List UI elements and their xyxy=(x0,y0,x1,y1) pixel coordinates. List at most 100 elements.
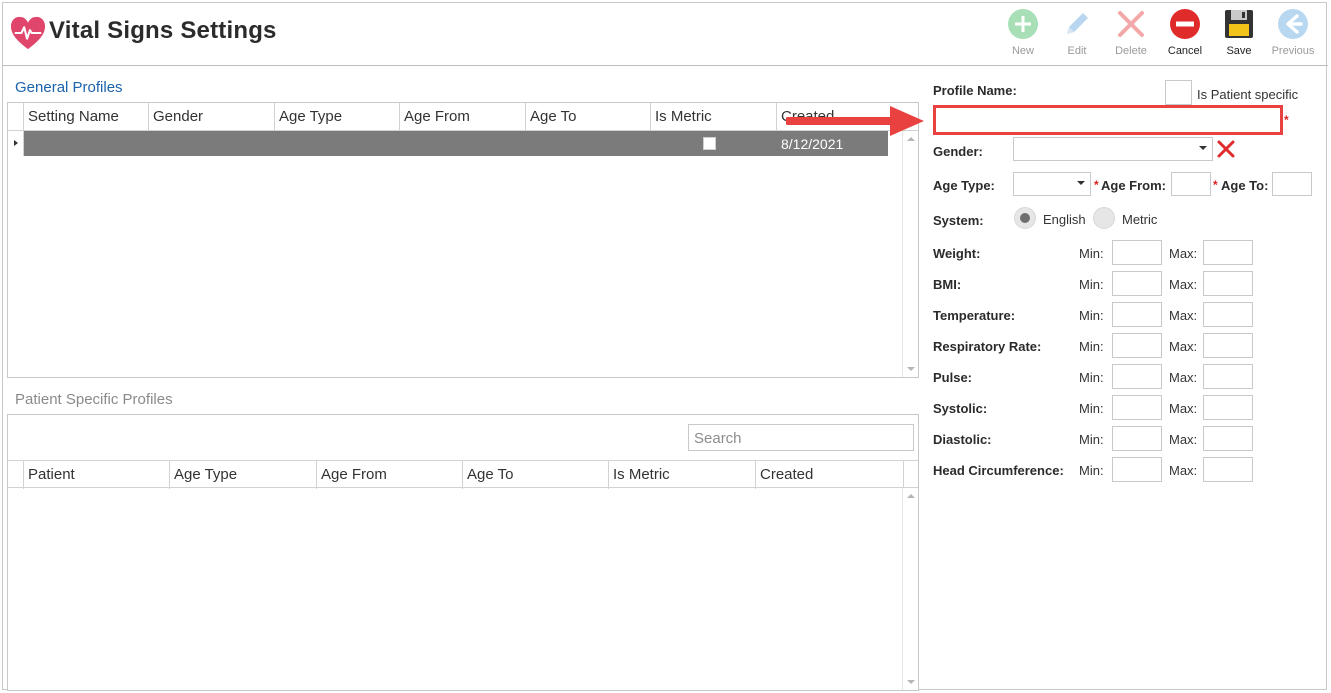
metric-label: Metric xyxy=(1122,212,1158,227)
pulse-min-input[interactable] xyxy=(1112,364,1162,389)
col-age-from[interactable]: Age From xyxy=(400,103,526,131)
delete-button[interactable]: Delete xyxy=(1104,7,1158,63)
respiratory-rate-min-label: Min: xyxy=(1079,339,1104,354)
cell-age-type xyxy=(275,131,400,156)
x-delete-icon xyxy=(1118,11,1144,37)
cancel-button[interactable]: Cancel xyxy=(1158,7,1212,63)
col-age-to[interactable]: Age To xyxy=(526,103,651,131)
age-type-select[interactable] xyxy=(1013,172,1091,196)
col-age-type[interactable]: Age Type xyxy=(275,103,400,131)
respiratory-rate-min-input[interactable] xyxy=(1112,333,1162,358)
profile-name-input[interactable] xyxy=(933,105,1283,135)
profile-name-label: Profile Name: xyxy=(933,83,1017,98)
plus-circle-icon xyxy=(1008,9,1038,39)
weight-label: Weight: xyxy=(933,246,981,261)
bmi-min-input[interactable] xyxy=(1112,271,1162,296)
search-input[interactable]: Search xyxy=(688,424,914,451)
row-indicator-header xyxy=(8,103,24,131)
systolic-min-input[interactable] xyxy=(1112,395,1162,420)
save-button[interactable]: Save xyxy=(1212,7,1266,63)
cell-age-from xyxy=(400,131,526,156)
chevron-down-icon xyxy=(1077,181,1085,185)
toolbar: New Edit Delete Cancel Save Previous xyxy=(996,7,1320,63)
col-setting-name[interactable]: Setting Name xyxy=(24,103,149,131)
head-circumference-min-label: Min: xyxy=(1079,463,1104,478)
systolic-max-label: Max: xyxy=(1169,401,1198,416)
floppy-disk-icon xyxy=(1225,10,1253,38)
general-profiles-grid: Setting Name Gender Age Type Age From Ag… xyxy=(7,102,919,378)
temperature-min-input[interactable] xyxy=(1112,302,1162,327)
pencil-icon xyxy=(1067,13,1088,34)
age-to-input[interactable] xyxy=(1272,172,1312,196)
required-mark: * xyxy=(1284,113,1289,127)
col-patient[interactable]: Patient xyxy=(24,461,170,489)
edit-label: Edit xyxy=(1067,45,1087,57)
pulse-label: Pulse: xyxy=(933,370,973,385)
is-patient-specific-checkbox[interactable] xyxy=(1165,80,1192,105)
delete-label: Delete xyxy=(1115,45,1147,57)
col-created[interactable]: Created xyxy=(756,461,904,489)
col-gender[interactable]: Gender xyxy=(149,103,275,131)
systolic-label: Systolic: xyxy=(933,401,988,416)
temperature-min-label: Min: xyxy=(1079,308,1104,323)
heart-pulse-icon xyxy=(10,16,46,50)
col-age-from[interactable]: Age From xyxy=(317,461,463,489)
patient-specific-profiles-grid: Search Patient Age Type Age From Age To … xyxy=(7,414,919,691)
annotation-arrow-icon xyxy=(786,106,924,136)
weight-min-label: Min: xyxy=(1079,246,1104,261)
metric-radio[interactable] xyxy=(1093,207,1115,229)
col-is-metric[interactable]: Is Metric xyxy=(609,461,756,489)
vertical-scrollbar[interactable] xyxy=(902,488,918,690)
pulse-min-label: Min: xyxy=(1079,370,1104,385)
cell-is-metric xyxy=(651,131,777,156)
english-radio[interactable] xyxy=(1014,207,1036,229)
new-button[interactable]: New xyxy=(996,7,1050,63)
row-indicator-header xyxy=(8,461,24,489)
bmi-max-input[interactable] xyxy=(1203,271,1253,296)
head-circumference-max-input[interactable] xyxy=(1203,457,1253,482)
scroll-down-icon[interactable] xyxy=(907,680,915,684)
table-row[interactable]: 8/12/2021 xyxy=(8,131,888,156)
bmi-min-label: Min: xyxy=(1079,277,1104,292)
col-age-type[interactable]: Age Type xyxy=(170,461,317,489)
head-circumference-label: Head Circumference: xyxy=(933,463,1064,478)
cancel-circle-icon xyxy=(1170,9,1200,39)
head-circumference-min-input[interactable] xyxy=(1112,457,1162,482)
diastolic-max-input[interactable] xyxy=(1203,426,1253,451)
scroll-up-icon[interactable] xyxy=(907,494,915,498)
vertical-scrollbar[interactable] xyxy=(902,131,918,377)
age-to-label: Age To: xyxy=(1221,178,1269,193)
cell-age-to xyxy=(526,131,651,156)
page-title: Vital Signs Settings xyxy=(49,17,277,44)
scroll-down-icon[interactable] xyxy=(907,367,915,371)
grid-header: Patient Age Type Age From Age To Is Metr… xyxy=(8,460,918,489)
previous-button[interactable]: Previous xyxy=(1266,7,1320,63)
age-from-input[interactable] xyxy=(1171,172,1211,196)
clear-x-icon[interactable] xyxy=(1216,139,1236,159)
col-is-metric[interactable]: Is Metric xyxy=(651,103,777,131)
new-label: New xyxy=(1011,45,1034,57)
patient-specific-profiles-label: Patient Specific Profiles xyxy=(15,391,173,408)
bmi-max-label: Max: xyxy=(1169,277,1198,292)
pulse-max-input[interactable] xyxy=(1203,364,1253,389)
header-bar: Vital Signs Settings New Edit Delete Can… xyxy=(3,3,1328,66)
systolic-min-label: Min: xyxy=(1079,401,1104,416)
weight-min-input[interactable] xyxy=(1112,240,1162,265)
diastolic-min-input[interactable] xyxy=(1112,426,1162,451)
temperature-max-input[interactable] xyxy=(1203,302,1253,327)
required-mark: * xyxy=(1094,178,1099,192)
respiratory-rate-label: Respiratory Rate: xyxy=(933,339,1042,354)
systolic-max-input[interactable] xyxy=(1203,395,1253,420)
edit-button[interactable]: Edit xyxy=(1050,7,1104,63)
weight-max-input[interactable] xyxy=(1203,240,1253,265)
age-type-label: Age Type: xyxy=(933,178,995,193)
cancel-label: Cancel xyxy=(1167,45,1203,57)
col-age-to[interactable]: Age To xyxy=(463,461,609,489)
system-label: System: xyxy=(933,213,984,228)
is-metric-checkbox[interactable] xyxy=(703,137,716,150)
arrow-left-circle-icon xyxy=(1278,9,1308,39)
gender-select[interactable] xyxy=(1013,137,1213,161)
weight-max-label: Max: xyxy=(1169,246,1198,261)
diastolic-label: Diastolic: xyxy=(933,432,992,447)
respiratory-rate-max-input[interactable] xyxy=(1203,333,1253,358)
